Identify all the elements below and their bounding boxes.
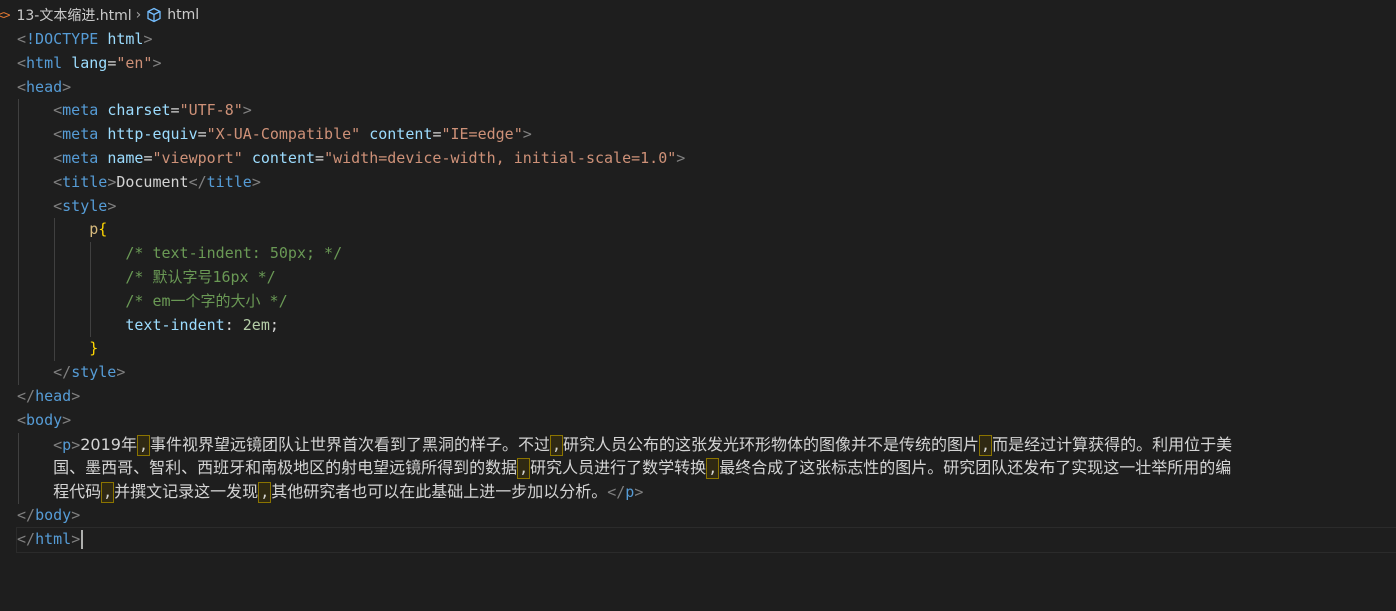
code-line: <head>: [17, 77, 72, 96]
comma-highlight: ,: [550, 434, 564, 456]
comma-highlight: ,: [258, 482, 272, 504]
code-line: 程代码, 并撰文记录这一发现, 其他研究者也可以在此基础上进一步加以分析。</p>: [17, 480, 1396, 504]
doctype-token: !DOCTYPE: [26, 30, 99, 48]
code-line: <body>: [17, 410, 72, 429]
text-cursor: [81, 529, 84, 549]
breadcrumb-symbol[interactable]: html: [167, 7, 199, 23]
comma-highlight: ,: [136, 434, 150, 456]
code-line-current[interactable]: </html>: [16, 526, 1396, 553]
code-editor[interactable]: <> 13-文本缩进.html › html <!DOCTYPE html> <…: [0, 0, 1396, 611]
breadcrumb-file[interactable]: 13-文本缩进.html: [16, 5, 131, 25]
code-line: text-indent: 2em;: [17, 313, 1396, 338]
code-line: </style>: [17, 361, 1396, 385]
cube-icon: [145, 6, 163, 24]
code-line: </head>: [17, 386, 81, 405]
code-area[interactable]: <!DOCTYPE html> <html lang="en"> <head> …: [16, 28, 1396, 553]
comma-highlight: ,: [101, 482, 115, 504]
code-line: <meta charset="UTF-8">: [17, 99, 1396, 124]
breadcrumb: <> 13-文本缩进.html › html: [0, 4, 199, 26]
code-line: </body>: [17, 505, 81, 524]
code-line: <meta http-equiv="X-UA-Compatible" conte…: [17, 123, 1396, 147]
code-line: <title>Document</title>: [17, 170, 1396, 195]
html-file-icon: <>: [0, 8, 10, 22]
code-line: <html lang="en">: [17, 53, 162, 72]
code-line: }: [17, 337, 1396, 362]
code-line: /* em一个字的大小 */: [17, 289, 1396, 314]
comma-highlight: ,: [979, 434, 993, 456]
code-line: <meta name="viewport" content="width=dev…: [17, 146, 1396, 171]
code-line: p{: [17, 218, 1396, 243]
chevron-right-icon: ›: [135, 7, 142, 23]
code-line: <!DOCTYPE html>: [17, 30, 153, 48]
code-line: <p>2019年, 事件视界望远镜团队让世界首次看到了黑洞的样子。不过, 研究人员公…: [17, 432, 1396, 457]
comma-highlight: ,: [706, 458, 720, 480]
comma-highlight: ,: [517, 458, 531, 480]
code-line: <style>: [17, 194, 1396, 219]
code-line: /* 默认字号16px */: [17, 265, 1396, 290]
code-line: /* text-indent: 50px; */: [17, 242, 1396, 266]
code-line: 国、墨西哥、智利、西班牙和南极地区的射电望远镜所得到的数据, 研究人员进行了数学转…: [17, 456, 1396, 481]
